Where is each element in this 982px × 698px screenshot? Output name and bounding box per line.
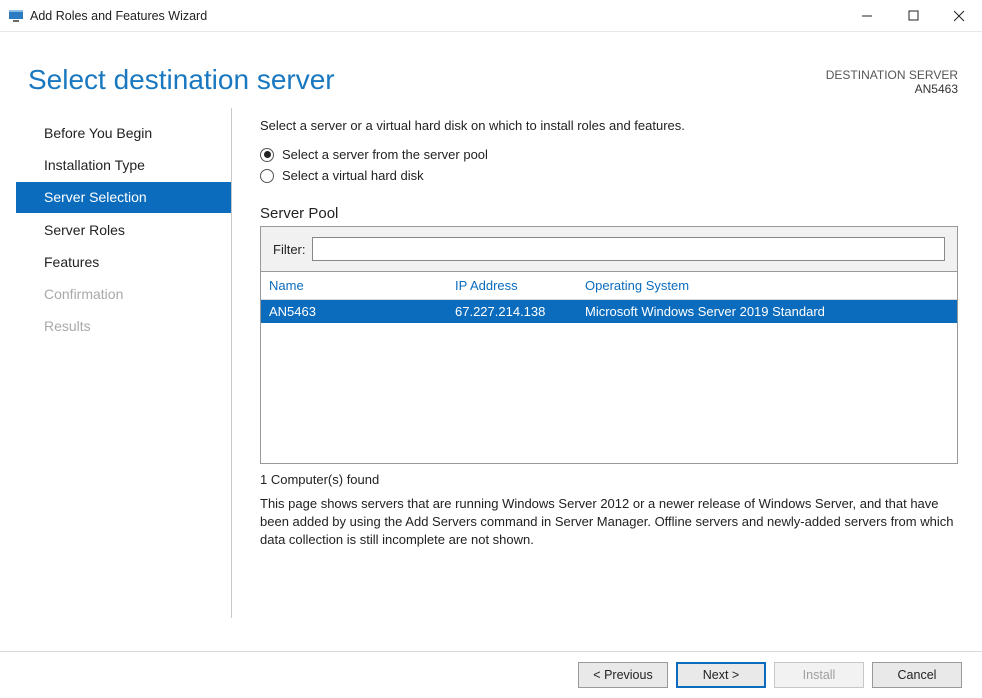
sidebar-item-confirmation: Confirmation [0,279,231,309]
intro-text: Select a server or a virtual hard disk o… [260,118,958,133]
footer: < Previous Next > Install Cancel [0,651,982,698]
radio-icon [260,169,274,183]
cell-name: AN5463 [269,304,455,319]
next-button[interactable]: Next > [676,662,766,688]
window-title: Add Roles and Features Wizard [30,9,207,23]
column-ip[interactable]: IP Address [455,278,585,293]
count-text: 1 Computer(s) found [260,472,958,487]
cell-ip: 67.227.214.138 [455,304,585,319]
sidebar-item-features[interactable]: Features [0,247,231,277]
radio-label: Select a virtual hard disk [282,168,424,183]
maximize-button[interactable] [890,0,936,31]
column-name[interactable]: Name [269,278,455,293]
content: Select a server or a virtual hard disk o… [232,108,958,618]
radio-server-pool[interactable]: Select a server from the server pool [260,147,958,162]
sidebar-item-server-selection[interactable]: Server Selection [16,182,231,212]
sidebar-item-results: Results [0,311,231,341]
filter-input[interactable] [312,237,946,261]
header: Select destination server DESTINATION SE… [0,32,982,108]
destination-info: DESTINATION SERVER AN5463 [826,64,958,96]
server-table: Name IP Address Operating System AN5463 … [260,272,958,464]
close-button[interactable] [936,0,982,31]
window-controls [844,0,982,31]
sidebar-item-before-you-begin[interactable]: Before You Begin [0,118,231,148]
titlebar: Add Roles and Features Wizard [0,0,982,32]
sidebar-item-installation-type[interactable]: Installation Type [0,150,231,180]
table-header: Name IP Address Operating System [261,272,957,300]
server-pool-label: Server Pool [260,205,958,222]
help-text: This page shows servers that are running… [260,495,958,550]
cancel-button[interactable]: Cancel [872,662,962,688]
table-row[interactable]: AN5463 67.227.214.138 Microsoft Windows … [261,300,957,323]
sidebar: Before You Begin Installation Type Serve… [0,108,232,618]
filter-label: Filter: [273,242,306,257]
sidebar-item-server-roles[interactable]: Server Roles [0,215,231,245]
filter-bar: Filter: [260,226,958,272]
previous-button[interactable]: < Previous [578,662,668,688]
install-button: Install [774,662,864,688]
radio-virtual-hard-disk[interactable]: Select a virtual hard disk [260,168,958,183]
minimize-button[interactable] [844,0,890,31]
destination-name: AN5463 [826,82,958,96]
destination-label: DESTINATION SERVER [826,68,958,82]
main: Before You Begin Installation Type Serve… [0,108,982,618]
page-title: Select destination server [28,64,335,96]
radio-icon [260,148,274,162]
app-icon [8,8,24,24]
cell-os: Microsoft Windows Server 2019 Standard [585,304,949,319]
radio-label: Select a server from the server pool [282,147,488,162]
column-os[interactable]: Operating System [585,278,949,293]
